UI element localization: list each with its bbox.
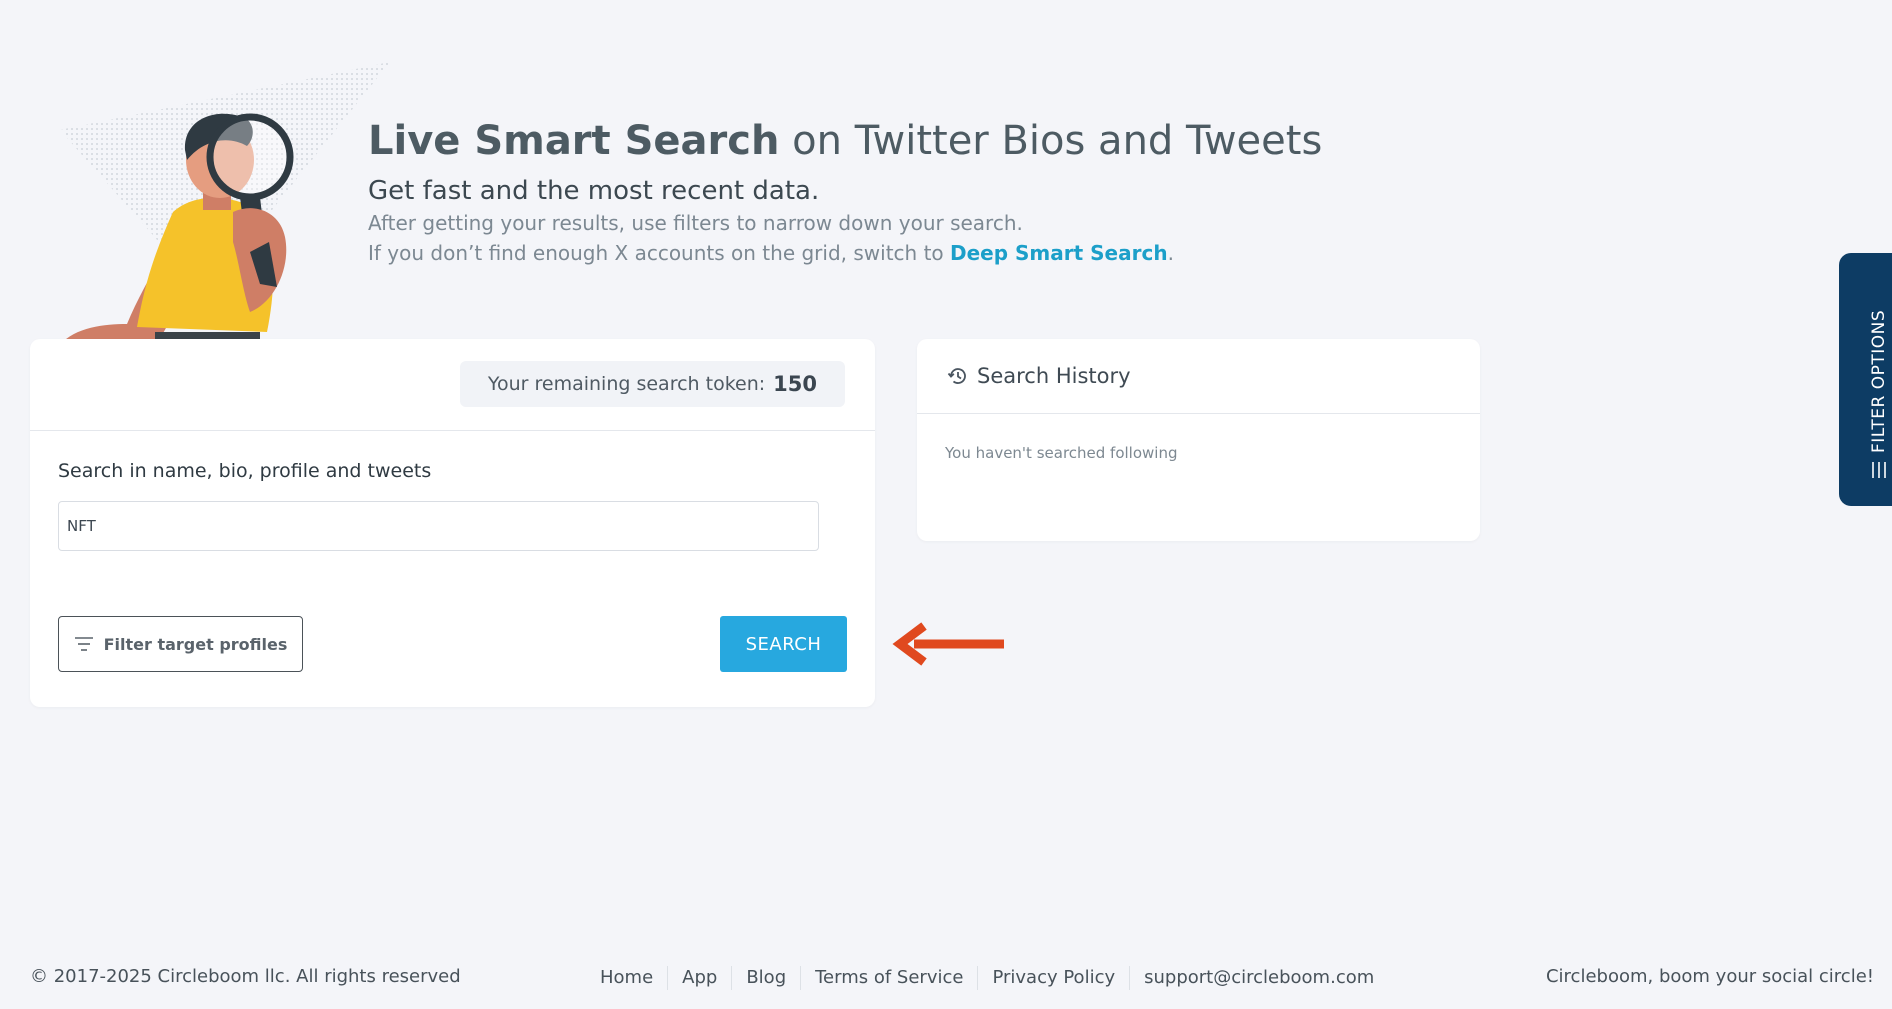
page-subtitle: Get fast and the most recent data. — [368, 176, 820, 206]
footer-link-app[interactable]: App — [667, 966, 731, 990]
token-badge: Your remaining search token: 150 — [459, 361, 845, 407]
search-button[interactable]: SEARCH — [720, 616, 847, 672]
footer: © 2017-2025 Circleboom llc. All rights r… — [0, 966, 1892, 996]
deep-smart-search-link[interactable]: Deep Smart Search — [950, 241, 1168, 265]
hero-text: Live Smart Search on Twitter Bios and Tw… — [368, 116, 1368, 268]
copyright: © 2017-2025 Circleboom llc. All rights r… — [30, 966, 461, 987]
footer-link-home[interactable]: Home — [586, 966, 667, 990]
search-input[interactable] — [58, 501, 819, 551]
footer-links: Home App Blog Terms of Service Privacy P… — [586, 966, 1388, 990]
filter-options-tab[interactable]: FILTER OPTIONS — [1839, 253, 1892, 506]
footer-link-support-email[interactable]: support@circleboom.com — [1129, 966, 1388, 990]
hero-description-line-2: If you don’t find enough X accounts on t… — [368, 238, 1368, 268]
title-rest: on Twitter Bios and Tweets — [779, 118, 1323, 164]
line2-suffix: . — [1167, 241, 1174, 265]
filter-target-profiles-button[interactable]: Filter target profiles — [58, 616, 303, 672]
search-card: Your remaining search token: 150 Search … — [30, 339, 875, 707]
history-icon — [947, 368, 966, 384]
search-history-empty-text: You haven't searched following — [945, 444, 1178, 462]
search-history-title: Search History — [977, 364, 1131, 388]
title-bold: Live Smart Search — [368, 118, 780, 164]
search-history-header: Search History — [917, 339, 1480, 414]
token-row: Your remaining search token: 150 — [30, 339, 875, 431]
page-title: Live Smart Search on Twitter Bios and Tw… — [368, 116, 1368, 166]
footer-link-terms[interactable]: Terms of Service — [800, 966, 977, 990]
footer-tagline: Circleboom, boom your social circle! — [1545, 966, 1874, 987]
token-label: Your remaining search token: — [487, 373, 766, 395]
menu-lines-icon — [1872, 462, 1886, 478]
search-field-label: Search in name, bio, profile and tweets — [58, 460, 432, 482]
token-value: 150 — [773, 372, 817, 396]
hero-description-line-1: After getting your results, use filters … — [368, 211, 1023, 235]
filter-options-tab-content: FILTER OPTIONS — [1869, 310, 1889, 479]
footer-link-privacy[interactable]: Privacy Policy — [977, 966, 1129, 990]
arrow-left-icon — [892, 622, 1004, 666]
filter-button-label: Filter target profiles — [103, 634, 288, 654]
footer-link-blog[interactable]: Blog — [731, 966, 800, 990]
filter-options-label: FILTER OPTIONS — [1869, 309, 1889, 453]
filter-icon — [74, 637, 93, 651]
search-history-card: Search History You haven't searched foll… — [917, 339, 1480, 541]
hero-illustration — [60, 62, 390, 362]
line2-prefix: If you don’t find enough X accounts on t… — [368, 241, 951, 265]
